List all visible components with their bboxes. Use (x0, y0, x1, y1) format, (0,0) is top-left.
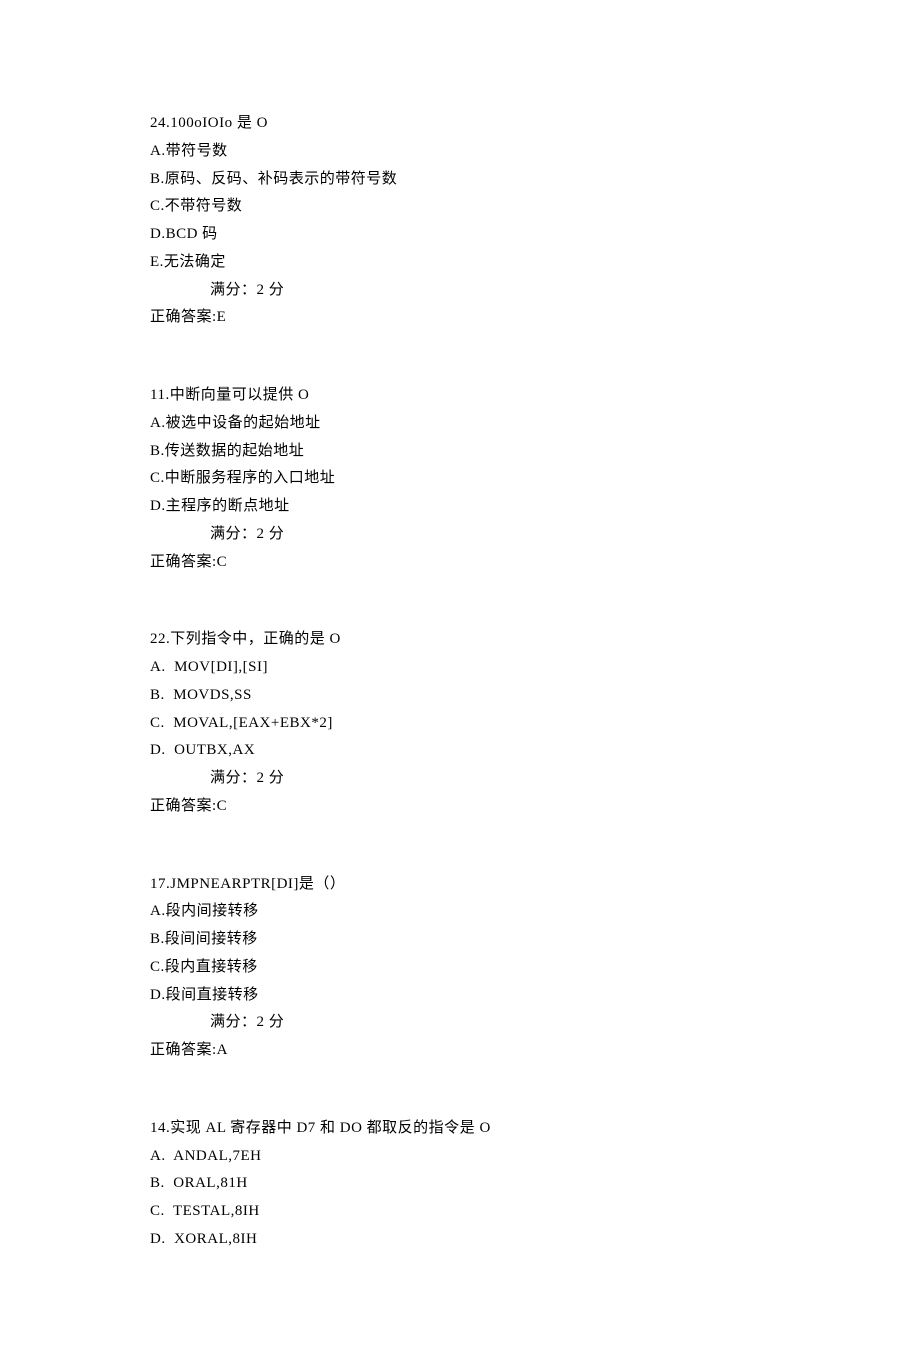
option-c: C. TESTAL,8IH (150, 1198, 920, 1226)
score-line: 满分：2 分 (150, 277, 920, 305)
option-d: D.BCD 码 (150, 221, 920, 249)
option-b: B.传送数据的起始地址 (150, 438, 920, 466)
question-stem: 14.实现 AL 寄存器中 D7 和 DO 都取反的指令是 O (150, 1115, 920, 1143)
option-a: A.被选中设备的起始地址 (150, 410, 920, 438)
option-c: C.段内直接转移 (150, 954, 920, 982)
question-24: 24.100oIOIo 是 O A.带符号数 B.原码、反码、补码表示的带符号数… (150, 110, 920, 332)
option-b: B. ORAL,81H (150, 1170, 920, 1198)
answer-line: 正确答案:C (150, 549, 920, 577)
option-c: C. MOVAL,[EAX+EBX*2] (150, 710, 920, 738)
question-stem: 24.100oIOIo 是 O (150, 110, 920, 138)
question-17: 17.JMPNEARPTR[DI]是（） A.段内间接转移 B.段间间接转移 C… (150, 871, 920, 1065)
option-a: A. MOV[DI],[SI] (150, 654, 920, 682)
option-c: C.不带符号数 (150, 193, 920, 221)
question-22: 22.下列指令中，正确的是 O A. MOV[DI],[SI] B. MOVDS… (150, 626, 920, 820)
answer-line: 正确答案:C (150, 793, 920, 821)
question-11: 11.中断向量可以提供 O A.被选中设备的起始地址 B.传送数据的起始地址 C… (150, 382, 920, 576)
option-d: D.段间直接转移 (150, 982, 920, 1010)
question-stem: 11.中断向量可以提供 O (150, 382, 920, 410)
score-line: 满分：2 分 (150, 521, 920, 549)
option-b: B.段间间接转移 (150, 926, 920, 954)
question-14: 14.实现 AL 寄存器中 D7 和 DO 都取反的指令是 O A. ANDAL… (150, 1115, 920, 1254)
option-e: E.无法确定 (150, 249, 920, 277)
option-d: D. XORAL,8IH (150, 1226, 920, 1254)
option-d: D. OUTBX,AX (150, 737, 920, 765)
question-stem: 17.JMPNEARPTR[DI]是（） (150, 871, 920, 899)
option-c: C.中断服务程序的入口地址 (150, 465, 920, 493)
answer-line: 正确答案:A (150, 1037, 920, 1065)
option-b: B.原码、反码、补码表示的带符号数 (150, 166, 920, 194)
score-line: 满分：2 分 (150, 765, 920, 793)
option-b: B. MOVDS,SS (150, 682, 920, 710)
option-a: A. ANDAL,7EH (150, 1143, 920, 1171)
option-a: A.带符号数 (150, 138, 920, 166)
option-a: A.段内间接转移 (150, 898, 920, 926)
option-d: D.主程序的断点地址 (150, 493, 920, 521)
question-stem: 22.下列指令中，正确的是 O (150, 626, 920, 654)
answer-line: 正确答案:E (150, 304, 920, 332)
score-line: 满分：2 分 (150, 1009, 920, 1037)
